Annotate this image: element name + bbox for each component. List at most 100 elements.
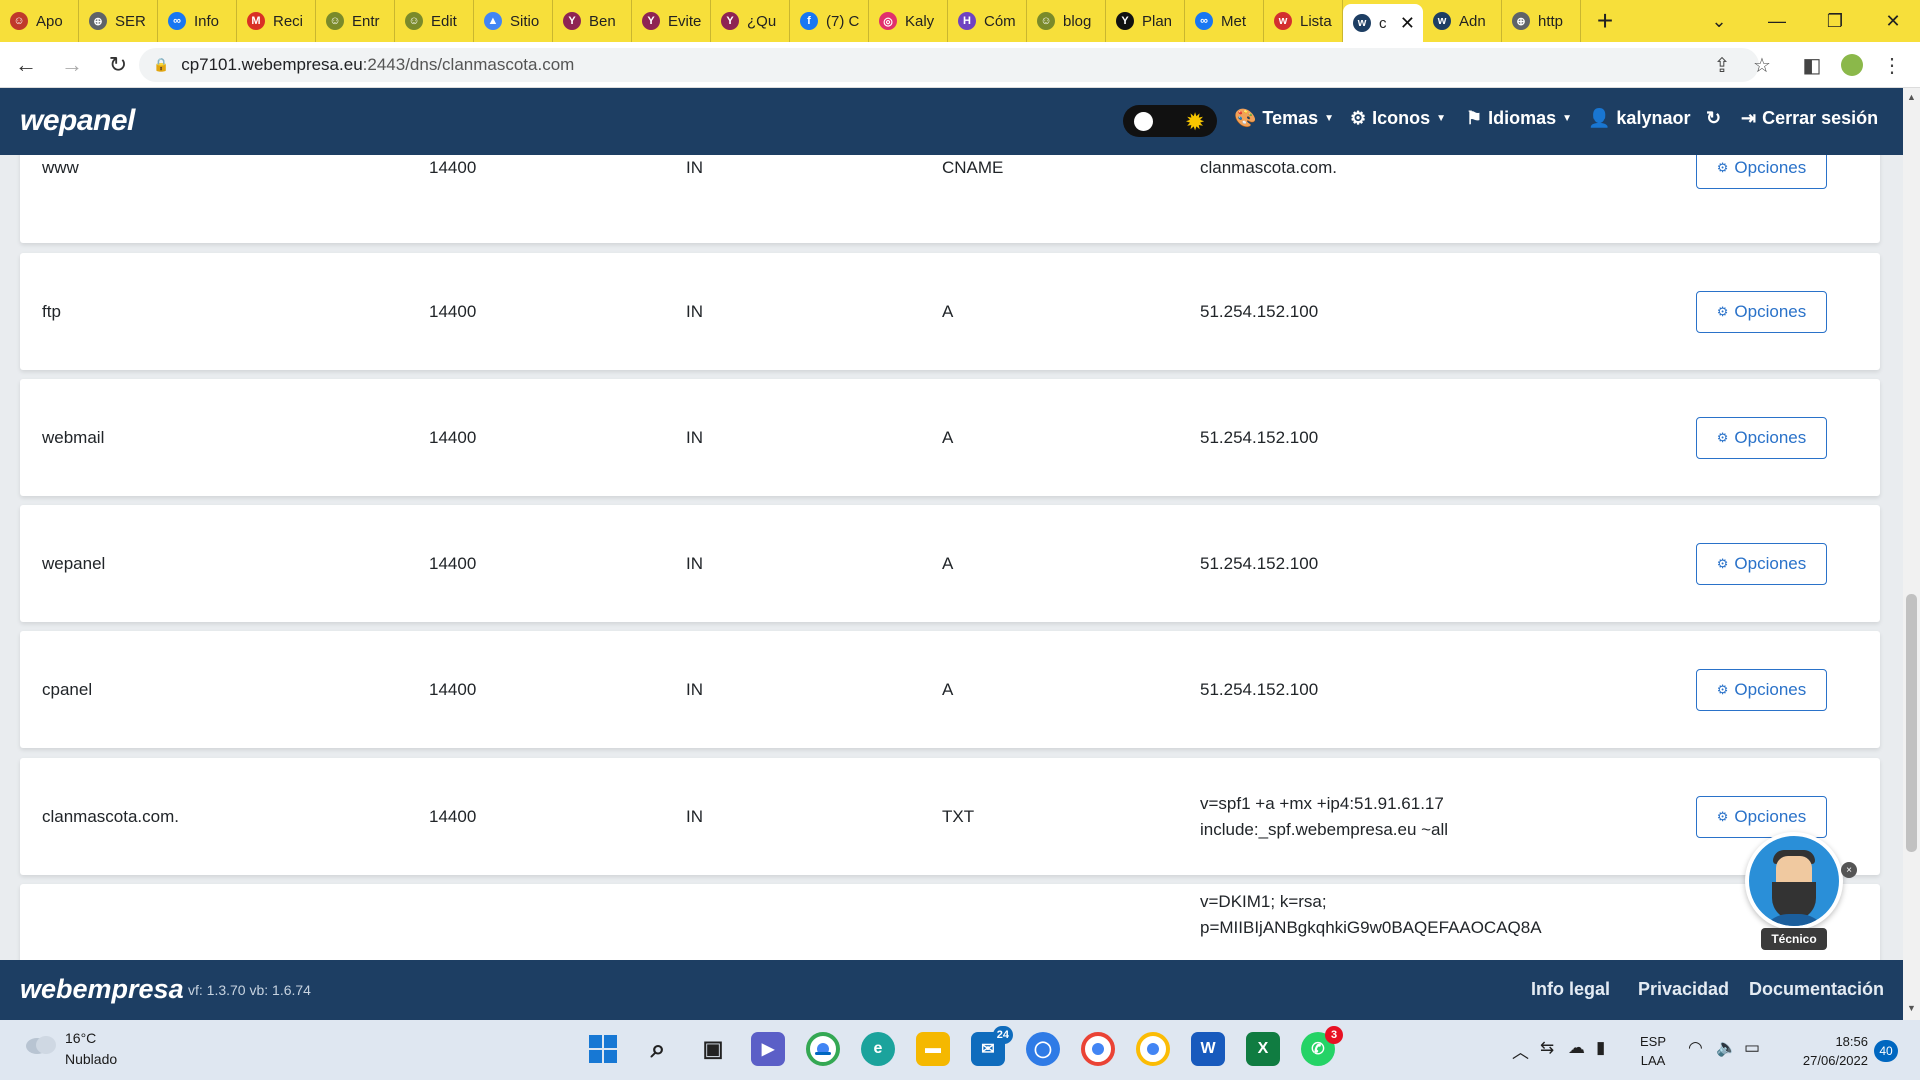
share-icon[interactable]: ⇪ — [1702, 42, 1742, 88]
weather-description[interactable]: Nublado — [65, 1051, 117, 1067]
footer-link-documentacion[interactable]: Documentación — [1749, 979, 1884, 1000]
menu-idiomas[interactable]: ⚑ Idiomas ▼ — [1466, 108, 1572, 129]
tab-search-icon[interactable]: ⌄ — [1690, 0, 1748, 42]
footer-link-info-legal[interactable]: Info legal — [1531, 979, 1610, 1000]
teams-chat-icon[interactable]: ▶ — [751, 1032, 785, 1066]
forward-icon[interactable]: → — [52, 45, 92, 85]
support-bot-avatar[interactable] — [1745, 832, 1843, 930]
chrome-icon[interactable] — [806, 1032, 840, 1066]
scroll-down-icon[interactable]: ▼ — [1903, 1003, 1920, 1013]
record-name: clanmascota.com. — [42, 807, 179, 826]
mail-icon[interactable]: ✉ 24 — [971, 1026, 1013, 1066]
volume-icon[interactable]: 🔈 — [1716, 1038, 1737, 1058]
browser-tab[interactable]: H Cóm — [948, 0, 1027, 42]
messenger-icon[interactable]: ◯ — [1026, 1032, 1060, 1066]
file-explorer-icon[interactable]: ▬ — [916, 1032, 950, 1066]
opciones-button[interactable]: ⚙ Opciones — [1696, 291, 1827, 333]
browser-tab[interactable]: ☺ Apo — [0, 0, 79, 42]
bot-label[interactable]: Técnico — [1761, 928, 1827, 950]
wifi-icon[interactable]: ◠ — [1688, 1038, 1703, 1058]
tab-title: http — [1538, 12, 1564, 30]
browser-tab[interactable]: M Reci — [237, 0, 316, 42]
task-view-icon[interactable]: ▣ — [696, 1032, 730, 1066]
search-icon[interactable]: ⌕ — [641, 1032, 675, 1066]
browser-tab[interactable]: ⊕ http — [1502, 0, 1581, 42]
whatsapp-badge: 3 — [1325, 1026, 1343, 1044]
bot-close-button[interactable]: × — [1841, 862, 1857, 878]
tab-close-icon[interactable]: ✕ — [1400, 13, 1415, 34]
record-value: 51.254.152.100 — [1200, 680, 1319, 699]
tray-app-icon[interactable]: ▮ — [1596, 1038, 1605, 1058]
close-window-button[interactable]: ✕ — [1864, 0, 1920, 42]
browser-tab[interactable]: ∞ Met — [1185, 0, 1264, 42]
menu-iconos[interactable]: ⚙ Iconos ▼ — [1350, 108, 1446, 129]
tab-title: Cóm — [984, 12, 1016, 30]
lock-icon[interactable]: 🔒 — [153, 57, 169, 73]
windows-start-icon[interactable] — [586, 1032, 620, 1066]
browser-tab[interactable]: w Adn — [1423, 0, 1502, 42]
minimize-button[interactable]: — — [1748, 0, 1806, 42]
refresh-button[interactable]: ↻ — [1706, 108, 1721, 129]
bookmark-star-icon[interactable]: ☆ — [1742, 42, 1782, 88]
record-name: wepanel — [42, 554, 106, 573]
browser-tab[interactable]: f (7) C — [790, 0, 869, 42]
chrome-profile-2-icon[interactable] — [1136, 1032, 1170, 1066]
browser-menu-icon[interactable]: ⋮ — [1872, 42, 1912, 88]
taskbar-clock[interactable]: 18:56 27/06/2022 — [1788, 1032, 1868, 1070]
menu-temas[interactable]: 🎨 Temas ▼ — [1234, 108, 1334, 129]
opciones-button[interactable]: ⚙ Opciones — [1696, 543, 1827, 585]
record-value: clanmascota.com. — [1200, 158, 1337, 177]
reload-icon[interactable]: ↻ — [98, 45, 138, 85]
new-tab-button[interactable]: + — [1581, 0, 1629, 42]
opciones-button[interactable]: ⚙ Opciones — [1696, 796, 1827, 838]
back-icon[interactable]: ← — [6, 45, 46, 85]
edge-icon[interactable]: e — [861, 1032, 895, 1066]
word-icon[interactable]: W — [1191, 1032, 1225, 1066]
browser-tab[interactable]: ☺ Entr — [316, 0, 395, 42]
browser-tab[interactable]: w Lista — [1264, 0, 1343, 42]
chrome-profile-icon[interactable] — [1081, 1032, 1115, 1066]
menu-user[interactable]: 👤 kalynaor — [1588, 108, 1690, 129]
browser-tab[interactable]: Y ¿Qu — [711, 0, 790, 42]
browser-tab[interactable]: Y Plan — [1106, 0, 1185, 42]
opciones-button[interactable]: ⚙ Opciones — [1696, 417, 1827, 459]
browser-tab[interactable]: Y Ben — [553, 0, 632, 42]
browser-tab[interactable]: ⊕ SER — [79, 0, 158, 42]
profile-avatar[interactable] — [1832, 42, 1872, 88]
whatsapp-icon[interactable]: ✆ 3 — [1301, 1026, 1343, 1066]
opciones-label: Opciones — [1734, 158, 1807, 177]
browser-tab[interactable]: ☺ Edit — [395, 0, 474, 42]
restore-button[interactable]: ❐ — [1806, 0, 1864, 42]
tray-onedrive-icon[interactable]: ☁ — [1568, 1038, 1585, 1058]
toggle-knob — [1134, 112, 1153, 131]
url-input[interactable]: 🔒 cp7101.webempresa.eu:2443/dns/clanmasc… — [139, 48, 1759, 82]
notifications-badge[interactable]: 40 — [1874, 1040, 1898, 1062]
weather-temperature[interactable]: 16°C — [65, 1030, 96, 1046]
record-class: IN — [686, 158, 703, 177]
browser-tab[interactable]: ◎ Kaly — [869, 0, 948, 42]
excel-icon[interactable]: X — [1246, 1032, 1280, 1066]
opciones-button[interactable]: ⚙ Opciones — [1696, 155, 1827, 189]
record-type: A — [942, 428, 954, 447]
side-panel-icon[interactable]: ◧ — [1792, 42, 1832, 88]
browser-tab[interactable]: ☺ blog — [1027, 0, 1106, 42]
webempresa-logo[interactable]: webempresa — [20, 974, 184, 1005]
scrollbar-thumb[interactable] — [1906, 594, 1917, 852]
logout-button[interactable]: ⇥ Cerrar sesión — [1741, 108, 1878, 129]
page-scrollbar[interactable]: ▲ ▼ — [1903, 88, 1920, 1020]
footer-link-privacidad[interactable]: Privacidad — [1638, 979, 1729, 1000]
tray-chevron-up-icon[interactable]: ︿ — [1512, 1038, 1529, 1063]
browser-tab[interactable]: Y Evite — [632, 0, 711, 42]
browser-tab[interactable]: w c ✕ — [1343, 4, 1423, 42]
version-info: vf: 1.3.70 vb: 1.6.74 — [188, 982, 311, 998]
wepanel-logo[interactable]: wepanel — [20, 104, 135, 138]
scroll-up-icon[interactable]: ▲ — [1903, 92, 1920, 102]
browser-tab[interactable]: ▲ Sitio — [474, 0, 553, 42]
tray-usb-icon[interactable]: ⇆ — [1540, 1038, 1554, 1058]
browser-tab[interactable]: ∞ Info — [158, 0, 237, 42]
dark-mode-toggle[interactable]: ✹ — [1123, 105, 1217, 137]
battery-icon[interactable]: ▭ — [1744, 1038, 1760, 1058]
language-indicator[interactable]: ESP LAA — [1640, 1032, 1666, 1070]
opciones-button[interactable]: ⚙ Opciones — [1696, 669, 1827, 711]
record-name: ftp — [42, 302, 61, 321]
